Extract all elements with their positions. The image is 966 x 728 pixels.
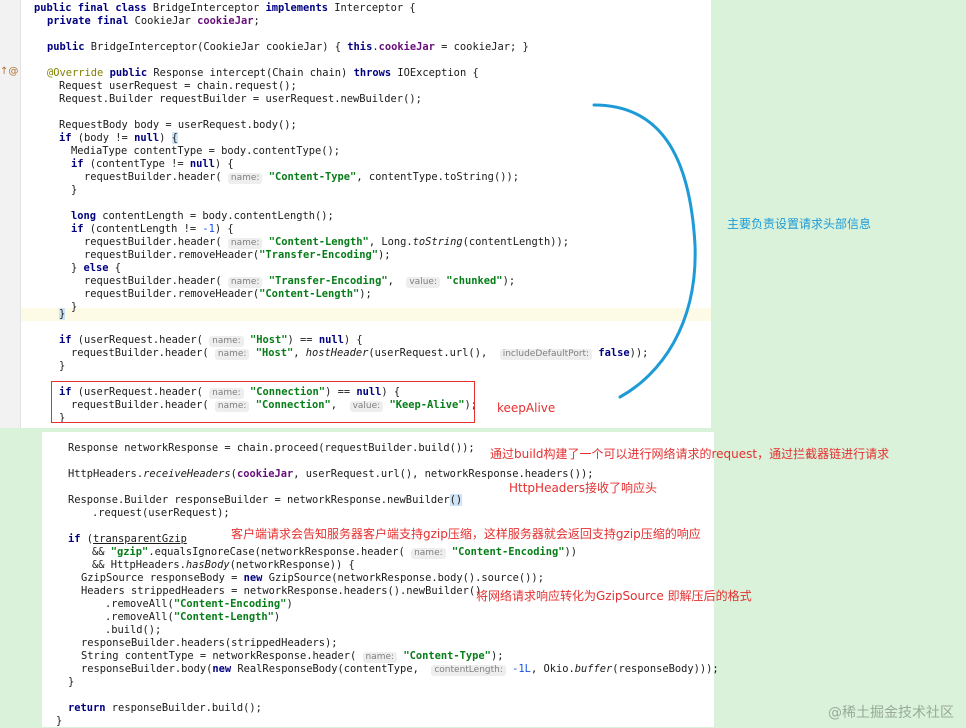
string-literal: "Content-Type"	[403, 650, 491, 662]
param-hint: name:	[227, 277, 263, 288]
annotation-keep-alive: keepAlive	[497, 401, 556, 415]
code-line: if (body != null) {	[59, 132, 178, 144]
code-line: responseBuilder.headers(strippedHeaders)…	[81, 637, 338, 649]
annotation-build-request: 通过build构建了一个可以进行网络请求的request，通过拦截器链进行请求	[490, 447, 890, 461]
code-line: }	[56, 715, 63, 727]
code-line: } else {	[71, 262, 122, 274]
string-literal: "Content-Length"	[173, 611, 274, 623]
code-line: requestBuilder.header( name: "Content-Ty…	[84, 171, 519, 184]
string-literal: "Content-Encoding"	[451, 546, 565, 558]
code-line: long contentLength = body.contentLength(…	[71, 210, 334, 222]
code-line: Request.Builder requestBuilder = userReq…	[59, 93, 422, 105]
param-hint: value:	[406, 277, 440, 288]
code-line: if (contentLength != -1) {	[71, 223, 234, 235]
annotation-gzip-source: 将网络请求响应转化为GzipSource 即解压后的格式	[476, 589, 752, 603]
override-marker-icon[interactable]: ↑@	[0, 66, 18, 77]
param-hint: name:	[214, 349, 250, 360]
code-line: .request(userRequest);	[92, 507, 230, 519]
code-line: RequestBody body = userRequest.body();	[59, 119, 297, 131]
string-literal: "Content-Type"	[268, 171, 357, 183]
code-line: responseBuilder.body(new RealResponseBod…	[81, 663, 719, 676]
param-hint: contentLength:	[431, 665, 506, 676]
code-line: }	[59, 360, 66, 372]
string-literal: "Host"	[249, 334, 288, 346]
code-line: public BridgeInterceptor(CookieJar cooki…	[47, 41, 529, 53]
string-literal: "Content-Length"	[259, 288, 360, 300]
param-hint: name:	[411, 548, 446, 559]
code-line: requestBuilder.header( name: "Host", hos…	[71, 347, 649, 360]
string-literal: "Host"	[255, 347, 294, 359]
code-line: .removeAll("Content-Encoding")	[105, 598, 293, 610]
param-hint: name:	[209, 336, 244, 347]
param-hint: name:	[227, 238, 263, 249]
param-hint: includeDefaultPort:	[499, 349, 593, 360]
annotation-http-headers: HttpHeaders接收了响应头	[509, 481, 657, 495]
code-line: .removeAll("Content-Length")	[105, 611, 281, 623]
code-editor-bottom: Response networkResponse = chain.proceed…	[42, 432, 719, 727]
code-line: public final class BridgeInterceptor imp…	[34, 2, 416, 14]
code-line: Headers strippedHeaders = networkRespons…	[81, 585, 482, 597]
param-hint: name:	[227, 173, 263, 184]
code-line: Request userRequest = chain.request();	[59, 80, 297, 92]
code-line: requestBuilder.header( name: "Transfer-E…	[84, 275, 516, 288]
code-line: requestBuilder.removeHeader("Content-Len…	[84, 288, 372, 300]
code-line: requestBuilder.header( name: "Content-Le…	[84, 236, 570, 249]
code-line: .build();	[105, 624, 162, 636]
blue-bracket-curve	[592, 103, 697, 399]
string-literal: "chunked"	[446, 275, 503, 287]
code-line: MediaType contentType = body.contentType…	[71, 145, 340, 157]
code-line: }	[71, 184, 78, 196]
code-line: if (userRequest.header( name: "Host") ==…	[59, 334, 363, 347]
code-line: }	[71, 301, 78, 313]
watermark: @稀土掘金技术社区	[828, 705, 954, 721]
editor-gutter	[0, 0, 21, 428]
param-hint: name:	[362, 652, 398, 663]
code-line: @Override public Response intercept(Chai…	[47, 67, 479, 79]
code-line: if (transparentGzip	[68, 533, 187, 545]
code-line: requestBuilder.removeHeader("Transfer-En…	[84, 249, 391, 261]
code-line: GzipSource responseBody = new GzipSource…	[81, 572, 544, 584]
string-literal: "Content-Encoding"	[173, 598, 287, 610]
code-line: && "gzip".equalsIgnoreCase(networkRespon…	[92, 546, 578, 559]
string-literal: "Transfer-Encoding"	[268, 275, 388, 287]
string-literal: "Transfer-Encoding"	[259, 249, 379, 261]
code-line: }	[68, 676, 75, 688]
annotation-gzip-support: 客户端请求会告知服务器客户端支持gzip压缩，这样服务器就会返回支持gzip压缩…	[231, 527, 701, 541]
annotation-request-headers: 主要负责设置请求头部信息	[727, 217, 872, 231]
code-line: }	[59, 308, 66, 320]
string-literal: "Content-Length"	[268, 236, 369, 248]
bracket-path	[592, 103, 697, 399]
code-line: private final CookieJar cookieJar;	[47, 15, 260, 27]
string-literal: "gzip"	[110, 546, 149, 558]
code-line: Response networkResponse = chain.proceed…	[68, 442, 475, 454]
code-line: Response.Builder responseBuilder = netwo…	[68, 494, 463, 506]
code-line: String contentType = networkResponse.hea…	[81, 650, 504, 663]
code-line: if (contentType != null) {	[71, 158, 234, 170]
keepalive-highlight-box	[51, 381, 475, 423]
code-line: && HttpHeaders.hasBody(networkResponse))…	[92, 559, 355, 571]
code-line: return responseBuilder.build();	[68, 702, 262, 714]
